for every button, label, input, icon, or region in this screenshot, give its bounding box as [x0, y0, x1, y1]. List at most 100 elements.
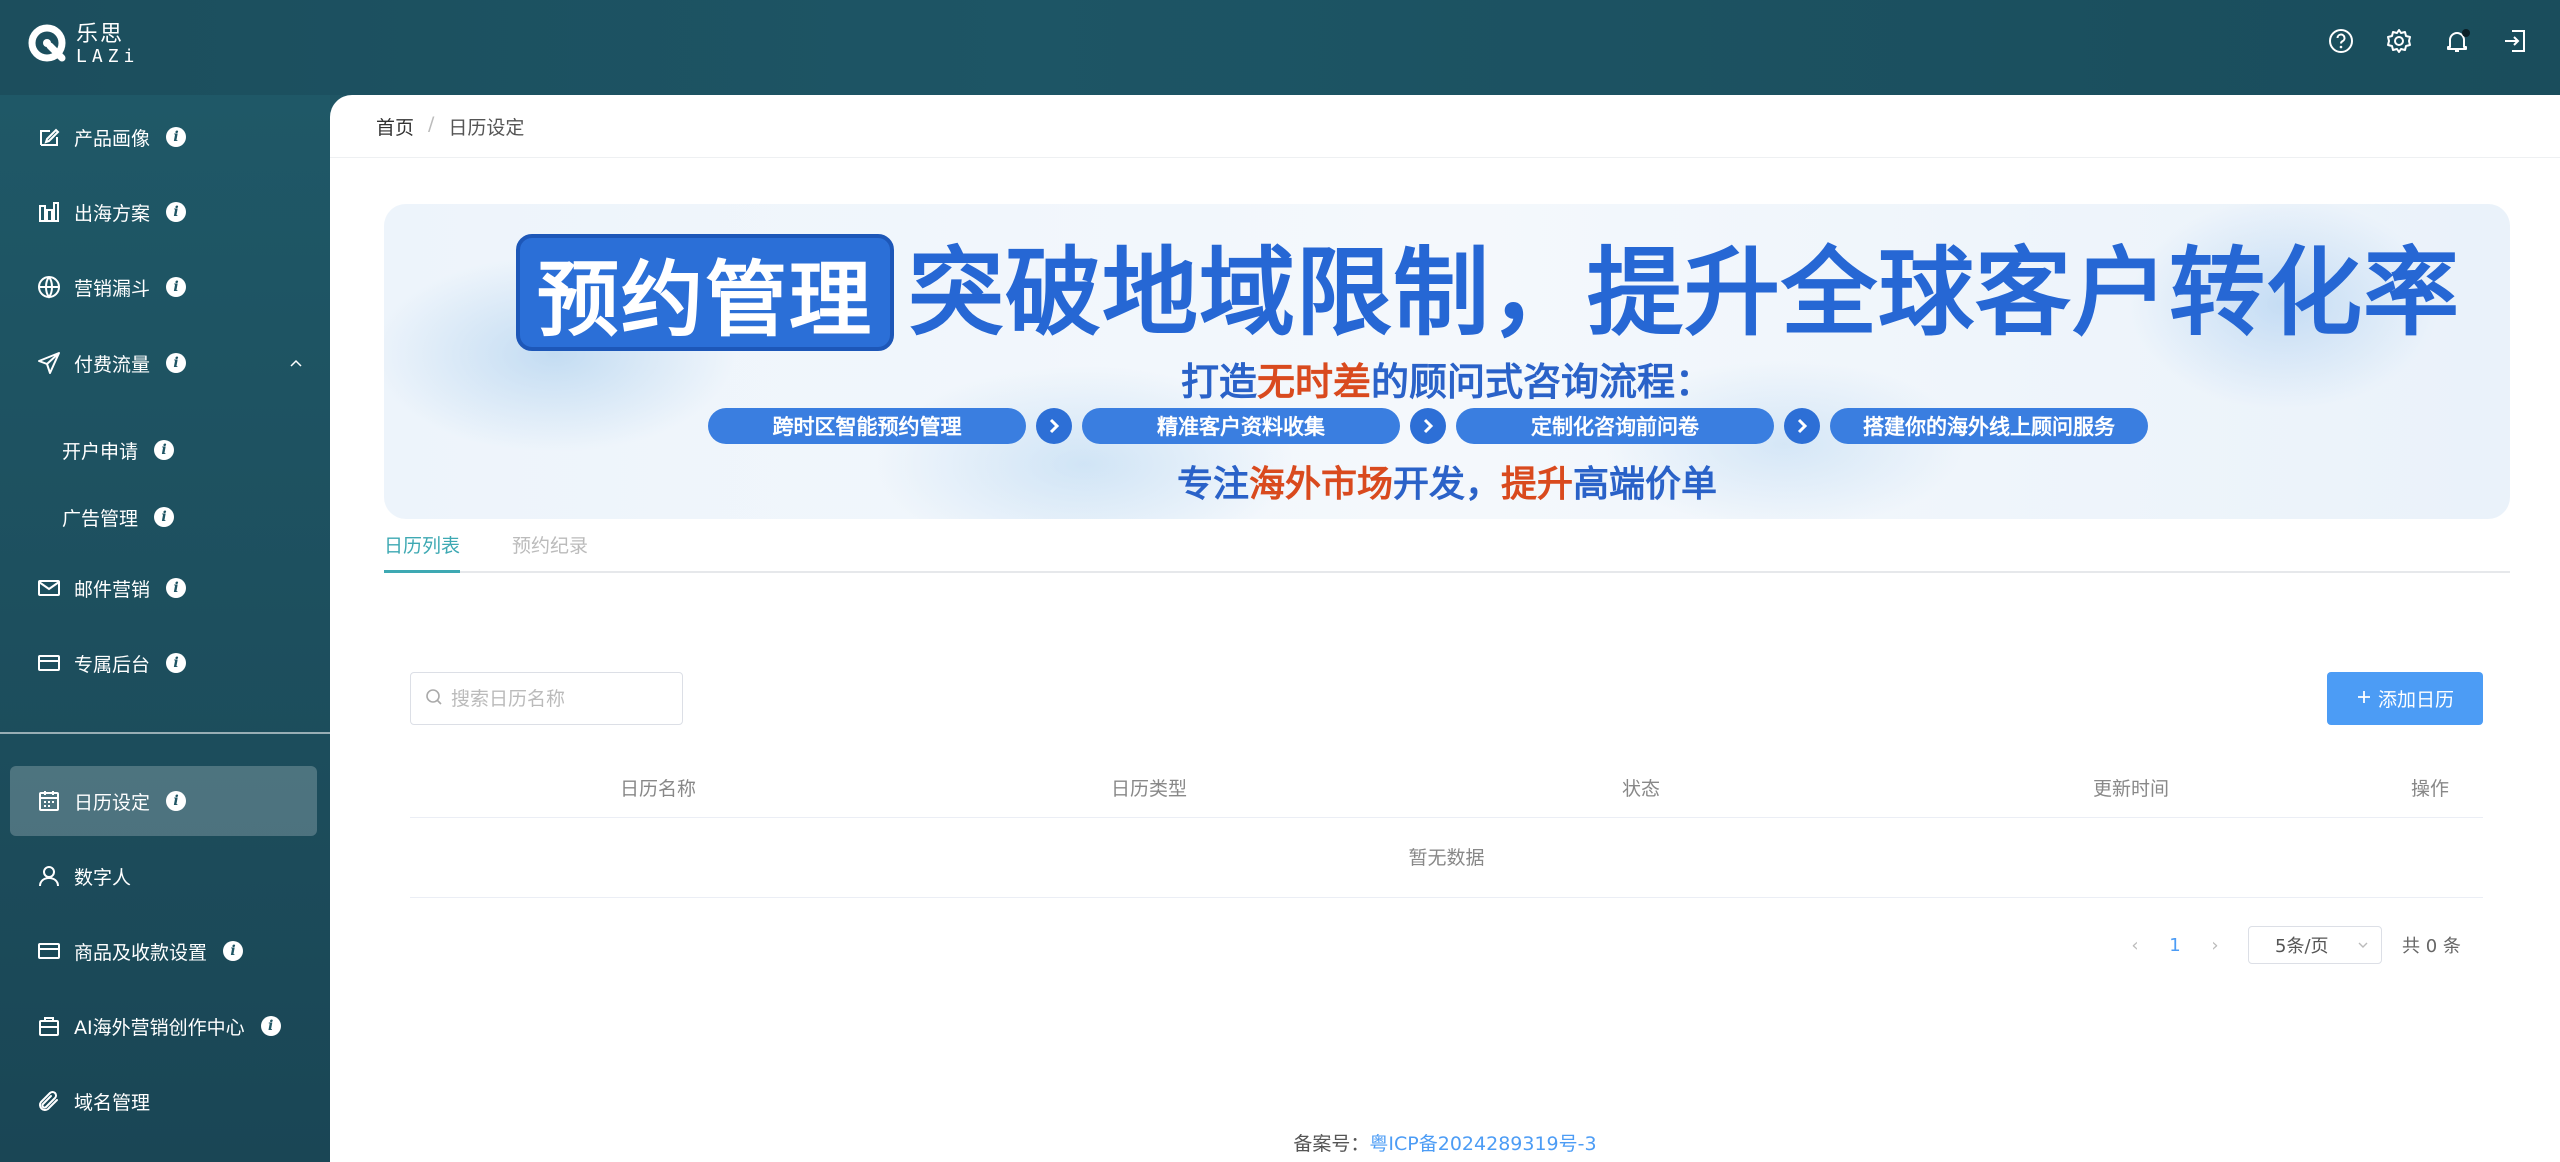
- calendar-table: 日历名称 日历类型 状态 更新时间 操作 暂无数据: [410, 755, 2483, 898]
- info-icon[interactable]: i: [166, 353, 187, 373]
- pagination-total: 共 0 条: [2402, 936, 2461, 957]
- sidebar-item-domain-management[interactable]: 域名管理: [10, 1066, 317, 1136]
- banner-headline: 突破地域限制，提升全球客户转化率: [908, 237, 2460, 349]
- footer-icp-link[interactable]: 粤ICP备2024289319号-3: [1369, 1133, 1596, 1155]
- sidebar-divider: [0, 732, 330, 734]
- info-icon[interactable]: i: [166, 127, 187, 147]
- sidebar-item-label: 开户申请: [62, 440, 139, 463]
- help-icon[interactable]: [2326, 26, 2356, 56]
- info-icon[interactable]: i: [154, 440, 175, 460]
- pagination: ‹ 1 › 5条/页 共 0 条: [2110, 926, 2461, 964]
- main-content: 首页 / 日历设定 预约管理 突破地域限制，提升全球客户转化率 打造无时差的顾问…: [330, 95, 2560, 1162]
- info-icon[interactable]: i: [166, 653, 187, 673]
- sidebar-item-calendar-settings[interactable]: 日历设定 i: [10, 766, 317, 836]
- tab-calendar-list[interactable]: 日历列表: [384, 531, 461, 573]
- send-icon: [36, 350, 62, 376]
- sidebar-item-overseas-plan[interactable]: 出海方案 i: [10, 177, 317, 247]
- chevron-left-icon[interactable]: ‹: [2110, 935, 2160, 956]
- plus-icon: [2356, 688, 2372, 710]
- info-icon[interactable]: i: [154, 507, 175, 527]
- breadcrumb-separator: /: [428, 113, 435, 135]
- column-header-calendar-type: 日历类型: [1111, 778, 1188, 800]
- chevron-down-icon: [2357, 935, 2369, 956]
- page-size-value: 5条/页: [2275, 936, 2329, 957]
- footer-icp-label: 备案号：: [1293, 1133, 1370, 1155]
- sidebar-item-label: 产品画像: [74, 127, 151, 150]
- bar-chart-icon: [36, 199, 62, 225]
- brand-logo[interactable]: 乐思 LAZi: [28, 24, 139, 66]
- sidebar-item-product-payment-settings[interactable]: 商品及收款设置 i: [10, 916, 317, 986]
- sidebar-item-ad-management[interactable]: 广告管理 i: [10, 482, 317, 552]
- breadcrumb-home[interactable]: 首页: [376, 113, 414, 140]
- banner-tagline-part: 高端价单: [1573, 464, 1718, 505]
- chevron-right-icon: [1784, 408, 1820, 444]
- breadcrumb-divider: [330, 157, 2560, 158]
- add-calendar-button[interactable]: 添加日历: [2327, 672, 2483, 725]
- info-icon[interactable]: i: [166, 277, 187, 297]
- briefcase-icon: [36, 1013, 62, 1039]
- globe-icon: [36, 274, 62, 300]
- page-number[interactable]: 1: [2160, 935, 2190, 956]
- top-header: 乐思 LAZi: [0, 0, 2560, 95]
- settings-icon[interactable]: [2384, 26, 2414, 56]
- user-icon: [36, 863, 62, 889]
- logout-icon[interactable]: [2500, 26, 2530, 56]
- sidebar-item-label: 域名管理: [74, 1091, 151, 1114]
- sidebar-item-label: 出海方案: [74, 202, 151, 225]
- page-size-select[interactable]: 5条/页: [2248, 926, 2382, 964]
- sidebar-item-ai-creation-center[interactable]: AI海外营销创作中心 i: [10, 991, 317, 1061]
- sidebar-item-label: 数字人: [74, 866, 132, 889]
- sidebar-item-digital-human[interactable]: 数字人: [10, 841, 317, 911]
- banner-subtitle-post: 的顾问式咨询流程：: [1371, 360, 1714, 404]
- sidebar-item-label: 营销漏斗: [74, 277, 151, 300]
- info-icon[interactable]: i: [166, 578, 187, 598]
- brand-name-en: LAZi: [76, 46, 140, 67]
- paperclip-icon: [36, 1088, 62, 1114]
- banner-steps: 跨时区智能预约管理 精准客户资料收集 定制化咨询前问卷 搭建你的海外线上顾问服务: [708, 408, 2148, 444]
- search-box[interactable]: [410, 672, 683, 725]
- banner-badge: 预约管理: [516, 234, 894, 351]
- card-icon: [36, 650, 62, 676]
- notification-dot: [2462, 29, 2470, 37]
- brand-name-cn: 乐思: [76, 22, 125, 47]
- sidebar-item-account-application[interactable]: 开户申请 i: [10, 415, 317, 485]
- edit-icon: [36, 124, 62, 150]
- banner-tagline-highlight: 提升: [1501, 464, 1574, 505]
- info-icon[interactable]: i: [166, 791, 187, 811]
- sidebar-item-marketing-funnel[interactable]: 营销漏斗 i: [10, 252, 317, 322]
- table-empty-text: 暂无数据: [410, 818, 2483, 898]
- banner-subtitle-pre: 打造: [1180, 360, 1257, 404]
- info-icon[interactable]: i: [166, 202, 187, 222]
- add-calendar-label: 添加日历: [2377, 689, 2454, 711]
- banner-step: 跨时区智能预约管理: [708, 408, 1026, 444]
- banner-subtitle: 打造无时差的顾问式咨询流程：: [384, 351, 2510, 406]
- mail-icon: [36, 575, 62, 601]
- info-icon[interactable]: i: [260, 1016, 281, 1036]
- sidebar-item-product-profile[interactable]: 产品画像 i: [10, 102, 317, 172]
- breadcrumb-current: 日历设定: [448, 117, 525, 139]
- banner-tagline-part: 开发，: [1392, 464, 1501, 505]
- column-header-status: 状态: [1622, 778, 1661, 800]
- footer: 备案号：粤ICP备2024289319号-3: [330, 1129, 2560, 1156]
- banner-subtitle-highlight: 无时差: [1256, 360, 1371, 404]
- sidebar-item-exclusive-backend[interactable]: 专属后台 i: [10, 628, 317, 698]
- sidebar-item-email-marketing[interactable]: 邮件营销 i: [10, 553, 317, 623]
- banner-tagline-part: 专注: [1176, 464, 1249, 505]
- sidebar-item-label: 广告管理: [62, 507, 139, 530]
- promo-banner: 预约管理 突破地域限制，提升全球客户转化率 打造无时差的顾问式咨询流程： 跨时区…: [384, 204, 2510, 519]
- column-header-calendar-name: 日历名称: [620, 778, 697, 800]
- logo-mark-icon: [28, 24, 70, 66]
- bell-icon[interactable]: [2442, 26, 2472, 56]
- chevron-right-icon[interactable]: ›: [2190, 935, 2240, 956]
- banner-step: 精准客户资料收集: [1082, 408, 1400, 444]
- calendar-icon: [36, 788, 62, 814]
- table-header: 日历名称 日历类型 状态 更新时间 操作: [410, 755, 2483, 818]
- breadcrumb: 首页 / 日历设定: [376, 113, 524, 140]
- chevron-up-icon[interactable]: [289, 354, 303, 368]
- sidebar-item-paid-traffic[interactable]: 付费流量 i: [10, 328, 317, 398]
- tab-booking-records[interactable]: 预约纪录: [512, 531, 588, 570]
- search-input[interactable]: [451, 687, 671, 710]
- card-icon: [36, 938, 62, 964]
- banner-step: 搭建你的海外线上顾问服务: [1830, 408, 2148, 444]
- info-icon[interactable]: i: [223, 941, 244, 961]
